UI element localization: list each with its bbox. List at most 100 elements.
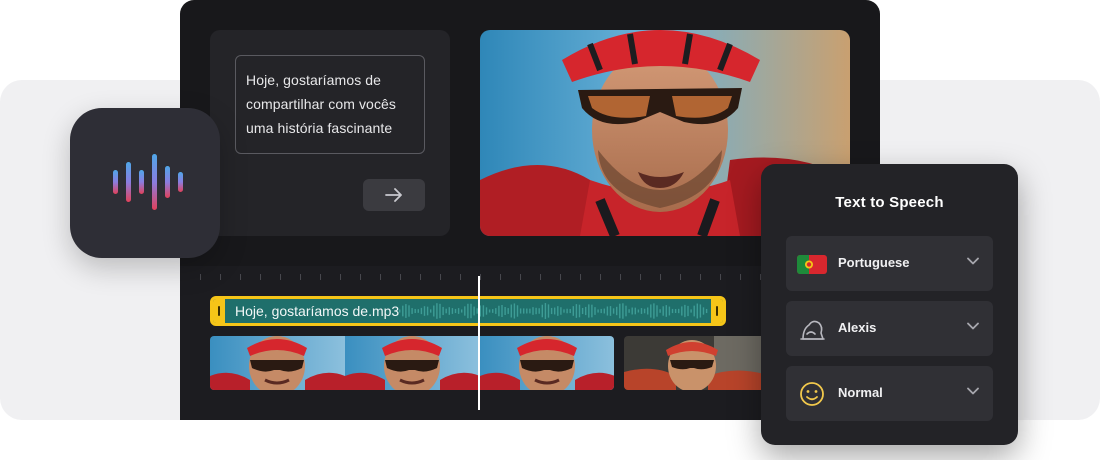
clip-left-handle[interactable] — [213, 299, 225, 323]
waveform-bar — [594, 307, 596, 315]
waveform-bar — [510, 304, 512, 318]
portugal-flag-icon — [797, 255, 827, 274]
script-panel: Hoje, gostaríamos de compartilhar com vo… — [210, 30, 450, 236]
voice-label: Alexis — [838, 320, 877, 335]
ruler-tick — [540, 274, 541, 280]
panel-title: Text to Speech — [835, 194, 944, 211]
language-select[interactable]: Portuguese — [786, 236, 993, 291]
waveform-bar — [448, 307, 450, 315]
audio-app-icon[interactable] — [70, 108, 220, 258]
ruler-tick — [360, 274, 361, 280]
waveform-bar — [485, 307, 488, 315]
ruler-tick — [740, 274, 741, 280]
ruler-tick — [280, 274, 281, 280]
style-label: Normal — [838, 385, 883, 400]
ruler-tick — [500, 274, 501, 280]
waveform-bar — [640, 308, 643, 314]
waveform-bar — [405, 304, 407, 318]
ruler-tick — [240, 274, 241, 280]
smiley-icon — [800, 382, 824, 406]
waveform-bar — [532, 307, 534, 315]
waveform-bar — [674, 308, 677, 314]
waveform-bar — [535, 307, 537, 315]
waveform-bar — [516, 305, 519, 317]
ruler-tick — [720, 274, 721, 280]
voice-select[interactable]: Alexis — [786, 301, 993, 356]
waveform-bar — [690, 309, 692, 313]
waveform-bar — [609, 306, 612, 316]
waveform-bar — [526, 308, 528, 314]
waveform-bar — [436, 303, 438, 319]
ruler-tick — [400, 274, 401, 280]
waveform-bar — [671, 308, 674, 314]
script-text-input[interactable]: Hoje, gostaríamos de compartilhar com vo… — [235, 55, 425, 154]
waveform-bar — [408, 305, 410, 317]
video-clip[interactable] — [210, 336, 614, 390]
waveform-bar — [597, 309, 599, 313]
waveform-bar — [550, 307, 553, 315]
waveform-bar — [600, 308, 602, 314]
style-select[interactable]: Normal — [786, 366, 993, 421]
chevron-down-icon — [967, 257, 979, 265]
waveform-bar — [699, 304, 702, 318]
waveform-bar — [612, 308, 615, 314]
waveform-bar — [498, 305, 500, 317]
clip-right-handle[interactable] — [711, 299, 723, 323]
waveform-bar — [529, 308, 531, 314]
waveform-bar — [687, 305, 689, 317]
waveform-bar — [523, 308, 525, 314]
waveform-bar — [417, 309, 419, 313]
waveform-bar — [575, 304, 578, 318]
video-clip-2[interactable] — [624, 336, 764, 390]
video-clip-thumbnails — [210, 336, 614, 390]
waveform-bar — [439, 303, 441, 319]
waveform-bar — [519, 308, 522, 314]
waveform-bar — [628, 309, 630, 313]
ruler-tick — [340, 274, 341, 280]
waveform-bar — [513, 303, 516, 319]
waveform-bar — [603, 308, 605, 314]
waveform-bar — [634, 307, 636, 315]
waveform-bar — [588, 304, 590, 318]
waveform-bar — [442, 306, 444, 316]
chevron-down-icon — [967, 322, 979, 330]
waveform-bar — [684, 304, 686, 318]
waveform-bar — [678, 308, 680, 314]
waveform-bar — [495, 308, 497, 314]
audio-clip[interactable]: Hoje, gostaríamos de.mp3 — [210, 296, 726, 326]
waveform-bar — [563, 309, 565, 313]
waveform-bar — [538, 308, 540, 314]
waveform-bar — [665, 305, 667, 317]
waveform-bar — [591, 304, 593, 318]
playhead[interactable] — [478, 276, 480, 410]
waveform-bar — [581, 307, 584, 315]
waveform-bar — [643, 308, 646, 314]
arrow-right-icon — [385, 188, 402, 202]
sound-wave-icon — [113, 154, 183, 210]
waveform-bar — [554, 307, 556, 315]
waveform-bar — [451, 308, 454, 314]
waveform-bar — [557, 306, 559, 316]
ruler-tick — [260, 274, 261, 280]
text-to-speech-panel: Text to Speech Portuguese Alexis Normal — [761, 164, 1018, 445]
ruler-tick — [460, 274, 461, 280]
waveform-bar — [411, 308, 413, 314]
waveform-bar — [585, 306, 587, 316]
waveform-bar — [637, 309, 640, 313]
video-clip-2-thumbnail — [624, 336, 764, 390]
ruler-tick — [200, 274, 201, 280]
waveform-bar — [560, 307, 562, 315]
waveform-bar — [662, 306, 664, 316]
ruler-tick — [580, 274, 581, 280]
waveform-bar — [668, 306, 671, 316]
waveform-bar — [696, 303, 698, 319]
ruler-tick — [440, 274, 441, 280]
waveform-bar — [622, 303, 624, 319]
waveform-bar — [572, 306, 574, 316]
waveform-bar — [544, 303, 547, 319]
waveform-bar — [541, 304, 543, 318]
ruler-tick — [480, 274, 481, 280]
waveform-bar — [616, 306, 618, 316]
waveform-bar — [488, 309, 491, 313]
submit-button[interactable] — [363, 179, 425, 211]
